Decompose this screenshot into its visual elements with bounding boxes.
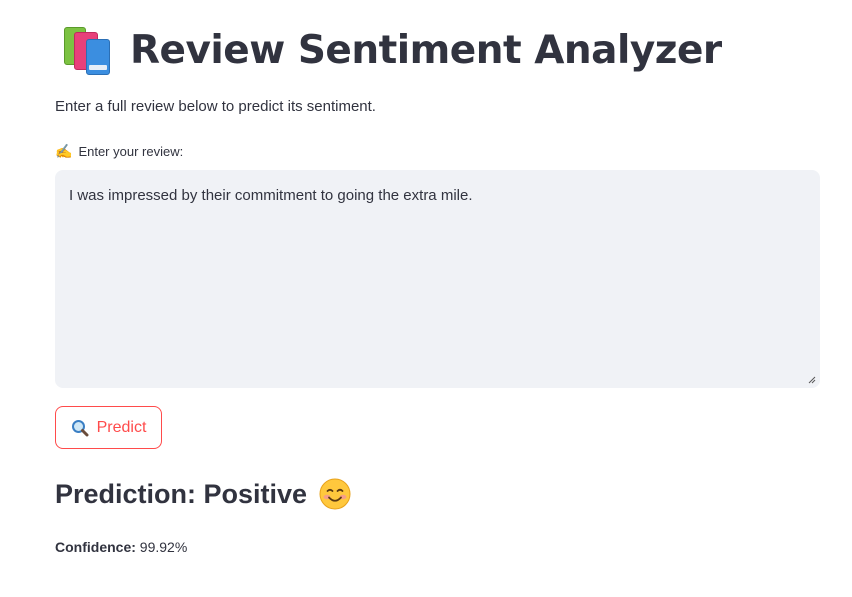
- prediction-heading: Prediction: Positive: [55, 478, 351, 510]
- review-textarea[interactable]: I was impressed by their commitment to g…: [55, 170, 820, 388]
- confidence-value: 99.92%: [139, 539, 188, 555]
- books-icon: [62, 25, 112, 75]
- predict-button-label: Predict: [96, 418, 147, 436]
- review-input-label-text: Enter your review:: [78, 144, 184, 159]
- smiling-face-icon: [319, 478, 351, 510]
- prediction-text: Prediction: Positive: [55, 478, 308, 509]
- magnifying-glass-icon: [71, 419, 89, 436]
- page-title: Review Sentiment Analyzer: [130, 27, 722, 73]
- resize-handle-icon[interactable]: [808, 376, 816, 384]
- header: Review Sentiment Analyzer: [62, 22, 722, 78]
- confidence-label: Confidence:: [55, 539, 136, 555]
- predict-button[interactable]: Predict: [55, 406, 162, 449]
- page-subtitle: Enter a full review below to predict its…: [55, 98, 376, 115]
- writing-hand-icon: ✍️: [55, 143, 73, 159]
- confidence-readout: Confidence: 99.92%: [55, 539, 187, 555]
- review-input-label: ✍️ Enter your review:: [55, 143, 183, 160]
